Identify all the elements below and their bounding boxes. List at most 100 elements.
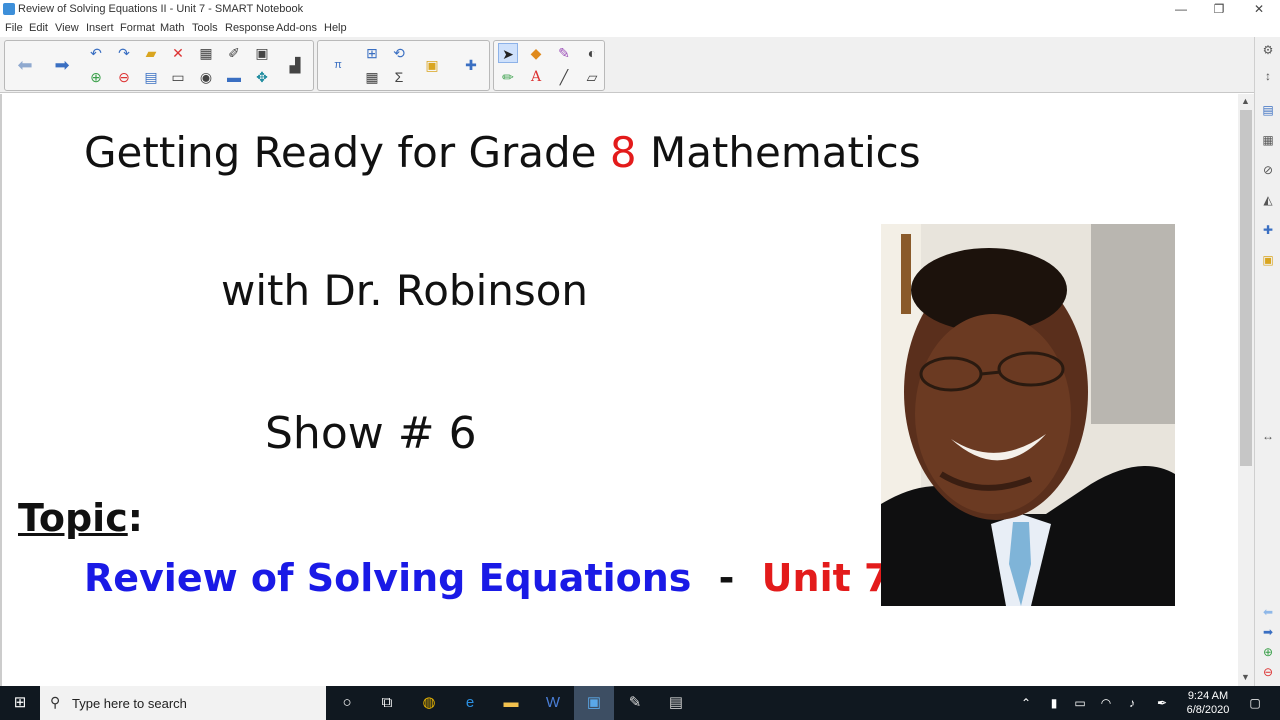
volume-icon[interactable]: ♪ bbox=[1122, 686, 1142, 720]
cortana-icon[interactable]: ○ bbox=[327, 686, 367, 720]
pens-icon[interactable]: ✏ bbox=[498, 67, 518, 87]
presenter-photo[interactable] bbox=[881, 224, 1175, 606]
move-toolbar-icon[interactable]: ↕ bbox=[1259, 67, 1277, 85]
topic-unit: Unit 7 bbox=[761, 556, 891, 600]
addons-tab-icon[interactable]: ✚ bbox=[1259, 221, 1277, 239]
battery-icon[interactable]: ▭ bbox=[1070, 686, 1090, 720]
scroll-up-icon[interactable]: ▲ bbox=[1241, 96, 1250, 106]
math-equation-icon[interactable]: π bbox=[328, 55, 348, 75]
graph-icon[interactable]: ⊞ bbox=[362, 43, 382, 63]
lab-tab-icon[interactable]: ▣ bbox=[1259, 251, 1277, 269]
clear-ink-icon[interactable]: ✐ bbox=[224, 43, 244, 63]
toolbar-group-math: π ⊞ ⟲ ▦ Σ ▣ ✚ bbox=[317, 40, 490, 91]
scroll-thumb[interactable] bbox=[1240, 110, 1252, 466]
menu-file[interactable]: File bbox=[5, 22, 23, 34]
menu-response[interactable]: Response bbox=[225, 22, 275, 34]
smart-notebook-task-icon[interactable]: ▣ bbox=[574, 686, 614, 720]
chrome-icon[interactable]: ◍ bbox=[409, 686, 449, 720]
add-page-icon[interactable]: ⊕ bbox=[86, 67, 106, 87]
table-math-icon[interactable]: ▦ bbox=[362, 67, 382, 87]
word-icon[interactable]: W bbox=[533, 686, 573, 720]
redo-icon[interactable]: ↷ bbox=[114, 43, 134, 63]
scroll-down-icon[interactable]: ▼ bbox=[1241, 672, 1250, 682]
search-placeholder: Type here to search bbox=[72, 696, 187, 711]
toolbar: ⬅ ➡ ↶ ↷ ▰ ✕ ▦ ✐ ▣ ⊕ ⊖ ▤ ▭ ◉ ▬ ✥ ▟ π ⊞ ⟲ … bbox=[0, 37, 1280, 93]
screenshot-icon[interactable]: ▣ bbox=[252, 43, 272, 63]
menu-addons[interactable]: Add-ons bbox=[276, 22, 317, 34]
menu-bar: File Edit View Insert Format Math Tools … bbox=[0, 19, 1280, 37]
show-hidden-icons[interactable]: ⌃ bbox=[1016, 686, 1036, 720]
menu-format[interactable]: Format bbox=[120, 22, 155, 34]
side-add-page-icon[interactable]: ⊕ bbox=[1259, 643, 1277, 661]
text-tool-icon[interactable]: A bbox=[526, 67, 546, 87]
edge-icon[interactable]: e bbox=[450, 686, 490, 720]
side-next-page-icon[interactable]: ➡ bbox=[1259, 623, 1277, 641]
topic-dash: - bbox=[718, 556, 735, 600]
expand-side-icon[interactable]: ↔ bbox=[1259, 427, 1277, 445]
taskbar: ⊞ ⚲ Type here to search ○ ⧉ ◍ e ▬ W ▣ ✎ … bbox=[0, 686, 1280, 720]
shapes-icon[interactable]: ◆ bbox=[526, 43, 546, 63]
properties-icon[interactable]: ▟ bbox=[285, 55, 305, 75]
select-pointer-icon[interactable]: ➤ bbox=[498, 43, 518, 63]
gallery-icon[interactable]: ◉ bbox=[196, 67, 216, 87]
menu-help[interactable]: Help bbox=[324, 22, 347, 34]
gallery-tab-icon[interactable]: ▦ bbox=[1259, 131, 1277, 149]
shape-select-icon[interactable]: ⟲ bbox=[389, 43, 409, 63]
line-tool-icon[interactable]: ╱ bbox=[554, 67, 574, 87]
page-sorter-icon[interactable]: ▤ bbox=[1259, 101, 1277, 119]
side-prev-page-icon[interactable]: ⬅ bbox=[1259, 603, 1277, 621]
magic-pen-icon[interactable]: ✎ bbox=[554, 43, 574, 63]
topic-label: Topic bbox=[18, 496, 128, 540]
topic-main: Review of Solving Equations bbox=[84, 556, 692, 600]
undo-icon[interactable]: ↶ bbox=[86, 43, 106, 63]
toolbar-group-main: ⬅ ➡ ↶ ↷ ▰ ✕ ▦ ✐ ▣ ⊕ ⊖ ▤ ▭ ◉ ▬ ✥ ▟ bbox=[4, 40, 314, 91]
save-icon[interactable]: ▤ bbox=[141, 67, 161, 87]
menu-tools[interactable]: Tools bbox=[192, 22, 218, 34]
sigma-icon[interactable]: Σ bbox=[389, 67, 409, 87]
previous-page-icon[interactable]: ⬅ bbox=[15, 55, 35, 75]
title-bar: Review of Solving Equations II - Unit 7 … bbox=[0, 0, 1280, 19]
side-delete-page-icon[interactable]: ⊖ bbox=[1259, 663, 1277, 681]
slide-title-suffix: Mathematics bbox=[636, 128, 921, 177]
addons-puzzle-icon[interactable]: ✚ bbox=[461, 55, 481, 75]
topic-heading: Topic: bbox=[18, 496, 143, 540]
delete-icon[interactable]: ✕ bbox=[168, 43, 188, 63]
delete-page-icon[interactable]: ⊖ bbox=[114, 67, 134, 87]
minimize-button[interactable]: — bbox=[1162, 0, 1200, 19]
window-title: Review of Solving Equations II - Unit 7 … bbox=[18, 3, 304, 15]
windows-start-icon[interactable]: ⊞ bbox=[0, 686, 40, 720]
file-explorer-icon[interactable]: ▬ bbox=[491, 686, 531, 720]
document-app-icon[interactable]: ▤ bbox=[656, 686, 696, 720]
close-button[interactable]: ✕ bbox=[1240, 0, 1278, 19]
notifications-icon[interactable]: ▢ bbox=[1244, 686, 1266, 720]
display-icon[interactable]: ▬ bbox=[224, 67, 244, 87]
taskbar-search[interactable]: ⚲ Type here to search bbox=[40, 686, 326, 720]
pen-workspace-icon[interactable]: ✒ bbox=[1152, 686, 1172, 720]
vertical-scrollbar[interactable]: ▲ ▼ bbox=[1238, 94, 1254, 686]
open-file-icon[interactable]: ▰ bbox=[141, 43, 161, 63]
screen-shade-icon[interactable]: ▭ bbox=[168, 67, 188, 87]
wifi-icon[interactable]: ◠ bbox=[1096, 686, 1116, 720]
search-icon: ⚲ bbox=[50, 694, 61, 710]
properties-tab-icon[interactable]: ◭ bbox=[1259, 191, 1277, 209]
task-view-icon[interactable]: ⧉ bbox=[367, 686, 407, 720]
slide-title-grade: 8 bbox=[609, 128, 637, 177]
menu-edit[interactable]: Edit bbox=[29, 22, 48, 34]
table-icon[interactable]: ▦ bbox=[196, 43, 216, 63]
attachments-icon[interactable]: ⊘ bbox=[1259, 161, 1277, 179]
eraser-icon[interactable]: ▱ bbox=[582, 67, 602, 87]
restore-button[interactable]: ❐ bbox=[1200, 0, 1238, 19]
slide-title-prefix: Getting Ready for Grade bbox=[84, 128, 610, 177]
clock[interactable]: 9:24 AM 6/8/2020 bbox=[1180, 686, 1236, 720]
tray-app-icon[interactable]: ▮ bbox=[1044, 686, 1064, 720]
toolbar-group-tools: ➤ ◆ ✎ ◐ ✏ A ╱ ▱ bbox=[493, 40, 605, 91]
lesson-activity-icon[interactable]: ▣ bbox=[422, 55, 442, 75]
menu-math[interactable]: Math bbox=[160, 22, 184, 34]
settings-gear-icon[interactable]: ⚙ bbox=[1259, 41, 1277, 59]
menu-view[interactable]: View bbox=[55, 22, 79, 34]
menu-insert[interactable]: Insert bbox=[86, 22, 114, 34]
fill-icon[interactable]: ◐ bbox=[582, 43, 602, 63]
document-camera-icon[interactable]: ✥ bbox=[252, 67, 272, 87]
next-page-icon[interactable]: ➡ bbox=[52, 55, 72, 75]
ink-app-icon[interactable]: ✎ bbox=[615, 686, 655, 720]
